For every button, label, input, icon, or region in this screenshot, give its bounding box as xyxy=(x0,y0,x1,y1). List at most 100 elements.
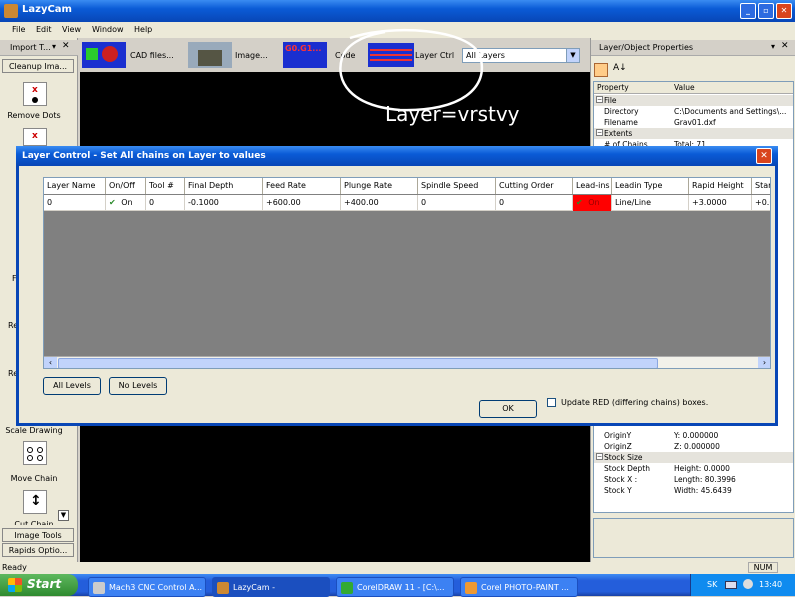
image-button[interactable]: Image... xyxy=(235,51,268,60)
maximize-button[interactable]: ▫ xyxy=(758,3,774,19)
collapse-icon[interactable]: − xyxy=(596,96,603,103)
prop-stock-y[interactable]: Stock Y Width: 45.6439 xyxy=(594,485,793,496)
right-panel-title: Layer/Object Properties xyxy=(599,43,694,52)
col-value: Value xyxy=(674,83,695,92)
col-on-off[interactable]: On/Off xyxy=(106,178,146,194)
gcode-icon-text: G0.G1... xyxy=(285,44,322,53)
update-red-checkbox[interactable] xyxy=(547,398,556,407)
cell-lead-ins[interactable]: ✔ On xyxy=(573,195,612,211)
categorized-icon[interactable] xyxy=(594,63,608,77)
col-spindle-speed[interactable]: Spindle Speed xyxy=(418,178,496,194)
left-panel-title: Import T... xyxy=(10,43,51,52)
speaker-icon[interactable] xyxy=(743,579,753,589)
tab-rapids[interactable]: Rapids Optio... xyxy=(2,543,74,557)
dialog-close-button[interactable]: ✕ xyxy=(756,148,772,164)
cell-start[interactable]: +0.0 xyxy=(752,195,770,211)
property-description xyxy=(593,518,794,558)
check-icon: ✔ xyxy=(576,198,583,207)
move-chain-icon[interactable] xyxy=(23,441,47,465)
taskbar-item-mach3[interactable]: Mach3 CNC Control A... xyxy=(88,577,206,597)
windows-logo-icon xyxy=(8,578,22,592)
cell-feed-rate[interactable]: +600.00 xyxy=(263,195,341,211)
prop-stock-depth[interactable]: Stock Depth Height: 0.0000 xyxy=(594,463,793,474)
ok-button[interactable]: OK xyxy=(479,400,537,418)
start-label: Start xyxy=(27,577,62,591)
clock[interactable]: 13:40 xyxy=(759,580,782,589)
col-final-depth[interactable]: Final Depth xyxy=(185,178,263,194)
collapse-icon[interactable]: − xyxy=(596,453,603,460)
menu-window[interactable]: Window xyxy=(92,25,124,34)
col-plunge-rate[interactable]: Plunge Rate xyxy=(341,178,418,194)
close-button[interactable]: ✕ xyxy=(776,3,792,19)
taskbar-item-coreldraw[interactable]: CorelDRAW 11 - [C:\... xyxy=(336,577,454,597)
tab-cleanup[interactable]: Cleanup Ima... xyxy=(2,59,74,73)
col-lead-ins[interactable]: Lead-ins xyxy=(573,178,612,194)
menu-help[interactable]: Help xyxy=(134,25,152,34)
tab-cleanup-label: Cleanup Ima... xyxy=(8,62,68,71)
language-indicator[interactable]: SK xyxy=(707,580,717,589)
prop-stock-x[interactable]: Stock X : Length: 80.3996 xyxy=(594,474,793,485)
horizontal-scrollbar[interactable]: ‹ › xyxy=(44,356,770,368)
chevron-down-icon[interactable]: ▼ xyxy=(566,49,579,62)
pin-icon[interactable]: ▾ xyxy=(52,42,56,51)
col-leadin-type[interactable]: Leadin Type xyxy=(612,178,689,194)
cad-files-icon[interactable] xyxy=(82,42,126,68)
no-levels-label: No Levels xyxy=(118,381,158,390)
scale-drawing-label: Scale Drawing xyxy=(5,426,63,435)
scroll-right-icon[interactable]: › xyxy=(758,357,770,368)
cell-spindle-speed[interactable]: 0 xyxy=(418,195,496,211)
gcode-icon[interactable]: G0.G1... xyxy=(283,42,327,68)
cut-chain-icon[interactable]: ↕ xyxy=(23,490,47,514)
group-extents[interactable]: − Extents xyxy=(594,128,793,139)
col-start[interactable]: Star xyxy=(752,178,770,194)
minimize-button[interactable]: _ xyxy=(740,3,756,19)
image-icon[interactable] xyxy=(188,42,232,68)
col-feed-rate[interactable]: Feed Rate xyxy=(263,178,341,194)
taskbar-item-lazycam[interactable]: LazyCam - xyxy=(212,577,330,597)
sort-alpha-icon[interactable]: A↓ xyxy=(613,63,627,73)
system-tray: SK 13:40 xyxy=(690,574,795,596)
table-row[interactable]: 0 ✔ On 0 -0.1000 +600.00 +400.00 0 0 ✔ O… xyxy=(44,195,770,211)
tool-icon-2[interactable]: x xyxy=(23,128,47,146)
tab-image-tools[interactable]: Image Tools xyxy=(2,528,74,542)
cell-tool[interactable]: 0 xyxy=(146,195,185,211)
taskbar-item-photopaint[interactable]: Corel PHOTO-PAINT ... xyxy=(460,577,578,597)
prop-origin-z[interactable]: OriginZ Z: 0.000000 xyxy=(594,441,793,452)
cad-files-button[interactable]: CAD files... xyxy=(130,51,174,60)
cell-cutting-order[interactable]: 0 xyxy=(496,195,573,211)
close-icon[interactable]: ✕ xyxy=(781,41,789,51)
col-cutting-order[interactable]: Cutting Order xyxy=(496,178,573,194)
start-button[interactable]: Start xyxy=(0,574,78,596)
num-lock-indicator: NUM xyxy=(748,562,778,573)
cell-on-off[interactable]: ✔ On xyxy=(106,195,146,211)
cell-plunge-rate[interactable]: +400.00 xyxy=(341,195,418,211)
cell-final-depth[interactable]: -0.1000 xyxy=(185,195,263,211)
col-rapid-height[interactable]: Rapid Height xyxy=(689,178,752,194)
col-layer-name[interactable]: Layer Name xyxy=(44,178,106,194)
all-levels-button[interactable]: All Levels xyxy=(43,377,101,395)
cell-layer-name[interactable]: 0 xyxy=(44,195,106,211)
taskbar: Start Mach3 CNC Control A... LazyCam - C… xyxy=(0,574,795,597)
prop-directory[interactable]: Directory C:\Documents and Settings\... xyxy=(594,106,793,117)
prop-filename[interactable]: Filename Grav01.dxf xyxy=(594,117,793,128)
pin-icon[interactable]: ▾ xyxy=(771,42,775,51)
menu-file[interactable]: File xyxy=(12,25,25,34)
cell-leadin-type[interactable]: Line/Line xyxy=(612,195,689,211)
close-icon[interactable]: ✕ xyxy=(62,41,70,51)
tab-image-tools-label: Image Tools xyxy=(14,531,62,540)
col-tool[interactable]: Tool # xyxy=(146,178,185,194)
check-icon: ✔ xyxy=(109,198,116,207)
group-file[interactable]: − File xyxy=(594,95,793,106)
keyboard-icon[interactable] xyxy=(725,581,737,589)
menu-view[interactable]: View xyxy=(62,25,81,34)
scroll-thumb[interactable] xyxy=(58,358,658,368)
group-stock-size[interactable]: − Stock Size xyxy=(594,452,793,463)
no-levels-button[interactable]: No Levels xyxy=(109,377,167,395)
app-icon xyxy=(4,4,18,18)
scroll-left-icon[interactable]: ‹ xyxy=(44,357,57,368)
prop-origin-y[interactable]: OriginY Y: 0.000000 xyxy=(594,430,793,441)
cell-rapid-height[interactable]: +3.0000 xyxy=(689,195,752,211)
collapse-icon[interactable]: − xyxy=(596,129,603,136)
remove-dots-icon[interactable]: x xyxy=(23,82,47,106)
menu-edit[interactable]: Edit xyxy=(36,25,52,34)
